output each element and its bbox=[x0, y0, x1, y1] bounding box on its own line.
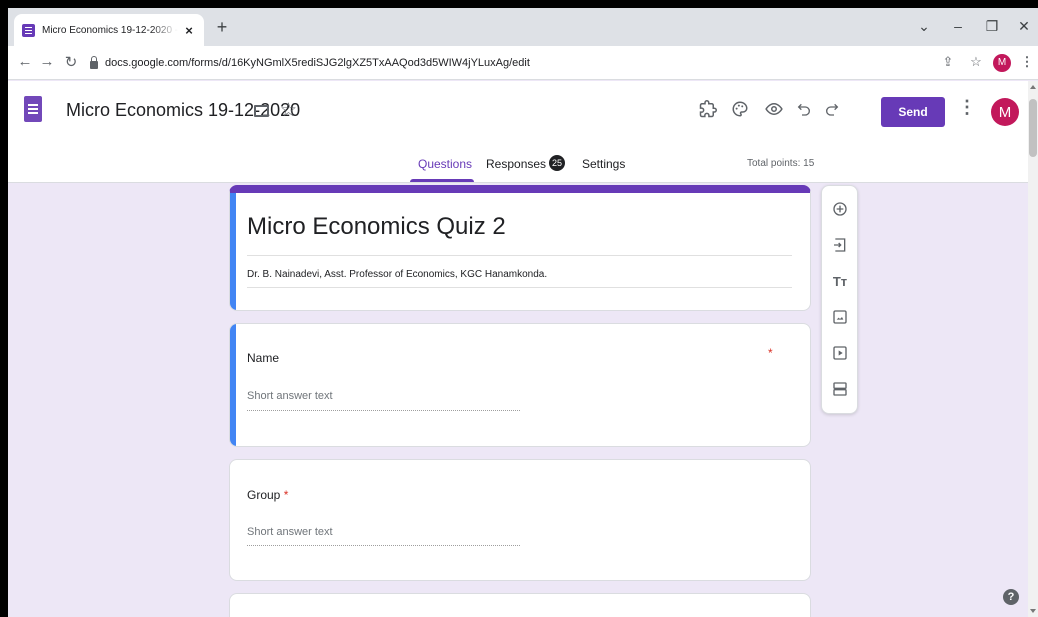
forward-arrow-icon[interactable]: → bbox=[38, 53, 56, 70]
tab-strip: Micro Economics 19-12-2020 - G × + ⌄ – ❐… bbox=[8, 8, 1038, 46]
title-divider bbox=[247, 255, 792, 256]
lock-icon[interactable] bbox=[90, 55, 98, 69]
undo-icon[interactable] bbox=[790, 95, 818, 123]
tab-responses[interactable]: Responses bbox=[486, 157, 546, 171]
add-video-icon[interactable] bbox=[830, 343, 850, 363]
add-section-icon[interactable] bbox=[830, 379, 850, 399]
tab-title: Micro Economics 19-12-2020 - G bbox=[42, 24, 178, 36]
question-title[interactable]: Name bbox=[247, 351, 279, 365]
question-card-next[interactable] bbox=[229, 593, 811, 617]
minimize-icon[interactable]: – bbox=[948, 18, 968, 34]
add-title-icon[interactable]: Tт bbox=[830, 271, 850, 291]
active-tab-indicator bbox=[410, 179, 474, 182]
browser-window: Micro Economics 19-12-2020 - G × + ⌄ – ❐… bbox=[8, 8, 1038, 617]
palette-icon[interactable] bbox=[726, 95, 754, 123]
scroll-thumb[interactable] bbox=[1029, 99, 1037, 157]
help-icon[interactable]: ? bbox=[1003, 589, 1019, 605]
forms-logo-icon[interactable] bbox=[24, 96, 42, 122]
form-tabs: Questions Responses 25 Settings Total po… bbox=[8, 151, 1038, 183]
browser-profile-avatar[interactable]: M bbox=[993, 54, 1011, 72]
forms-favicon-icon bbox=[22, 23, 35, 37]
question-title-text: Group bbox=[247, 488, 281, 502]
browser-toolbar: ← → ↻ docs.google.com/forms/d/16KyNGmlX5… bbox=[8, 46, 1038, 80]
redo-icon[interactable] bbox=[818, 95, 846, 123]
star-icon[interactable]: ☆ bbox=[280, 99, 297, 122]
address-bar[interactable]: docs.google.com/forms/d/16KyNGmlX5rediSJ… bbox=[90, 50, 950, 76]
tab-close-icon[interactable]: × bbox=[182, 23, 196, 38]
tab-questions[interactable]: Questions bbox=[418, 157, 472, 171]
short-answer-placeholder: Short answer text bbox=[247, 390, 333, 402]
scroll-down-arrow-icon[interactable] bbox=[1030, 609, 1036, 613]
forms-header: Micro Economics 19-12-2020 ☆ Send ⋮ M Qu… bbox=[8, 81, 1038, 183]
folder-icon[interactable] bbox=[254, 105, 269, 117]
preview-eye-icon[interactable] bbox=[760, 95, 788, 123]
total-points: Total points: 15 bbox=[747, 158, 815, 169]
url-text[interactable]: docs.google.com/forms/d/16KyNGmlX5rediSJ… bbox=[105, 57, 530, 69]
bookmark-star-icon[interactable]: ☆ bbox=[967, 54, 985, 70]
required-asterisk: * bbox=[283, 488, 289, 502]
question-card-name[interactable]: Name * Short answer text bbox=[229, 323, 811, 447]
description-divider bbox=[247, 287, 792, 288]
add-image-icon[interactable] bbox=[830, 307, 850, 327]
tab-search-icon[interactable]: ⌄ bbox=[914, 18, 934, 35]
form-title[interactable]: Micro Economics Quiz 2 bbox=[247, 213, 506, 241]
import-questions-icon[interactable] bbox=[830, 235, 850, 255]
browser-tab[interactable]: Micro Economics 19-12-2020 - G × bbox=[14, 14, 204, 46]
short-answer-placeholder: Short answer text bbox=[247, 526, 333, 538]
responses-count-badge: 25 bbox=[549, 155, 565, 171]
form-description[interactable]: Dr. B. Nainadevi, Asst. Professor of Eco… bbox=[247, 269, 547, 280]
question-card-group[interactable]: Group * Short answer text bbox=[229, 459, 811, 581]
close-window-icon[interactable]: ✕ bbox=[1014, 18, 1034, 35]
form-title-card[interactable]: Micro Economics Quiz 2 Dr. B. Nainadevi,… bbox=[229, 185, 811, 311]
add-question-icon[interactable] bbox=[830, 199, 850, 219]
side-toolbar: Tт bbox=[821, 185, 858, 414]
send-button[interactable]: Send bbox=[881, 97, 945, 127]
answer-underline bbox=[247, 545, 520, 546]
reload-icon[interactable]: ↻ bbox=[62, 53, 80, 71]
scroll-up-arrow-icon[interactable] bbox=[1030, 85, 1036, 89]
back-arrow-icon[interactable]: ← bbox=[16, 53, 34, 70]
restore-icon[interactable]: ❐ bbox=[982, 18, 1002, 35]
browser-menu-kebab-icon[interactable]: ⋮ bbox=[1018, 54, 1036, 70]
tab-settings[interactable]: Settings bbox=[582, 157, 625, 171]
page-scrollbar[interactable] bbox=[1028, 81, 1038, 617]
new-tab-icon[interactable]: + bbox=[212, 17, 232, 38]
share-icon[interactable]: ⇪ bbox=[939, 54, 957, 70]
answer-underline bbox=[247, 410, 520, 411]
question-title[interactable]: Group * bbox=[247, 488, 288, 502]
account-avatar[interactable]: M bbox=[991, 98, 1019, 126]
add-ons-icon[interactable] bbox=[694, 95, 722, 123]
more-options-icon[interactable]: ⋮ bbox=[958, 97, 976, 118]
required-asterisk: * bbox=[768, 346, 773, 360]
